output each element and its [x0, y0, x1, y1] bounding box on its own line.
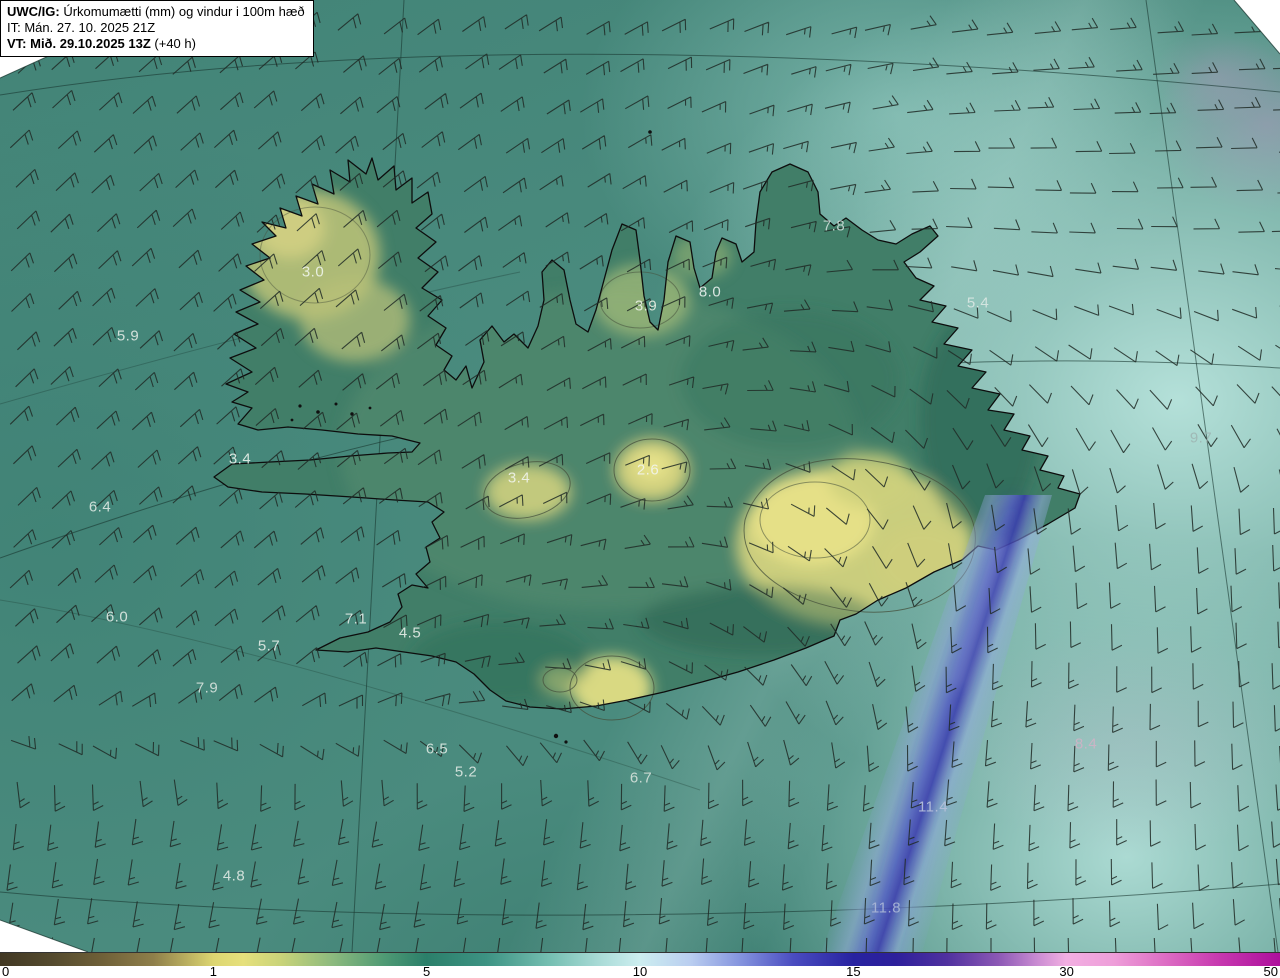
model-id: UWC/IG: [7, 4, 60, 19]
colorbar-tick-labels: 0 1 5 10 15 30 50 [0, 964, 1280, 978]
lead-time: (+40 h) [150, 36, 196, 51]
title-line-init: IT: Mán. 27. 10. 2025 21Z [7, 20, 156, 35]
title-box: UWC/IG: Úrkomumætti (mm) og vindur i 100… [0, 0, 314, 57]
colorbar-tick: 50 [1263, 964, 1278, 978]
map-overlay-svg [0, 0, 1280, 952]
colorbar-tick: 15 [846, 964, 861, 978]
title-line-valid: VT: Mið. 29.10.2025 13Z (+40 h) [7, 36, 305, 52]
product-title: Úrkomumætti (mm) og vindur i 100m hæð [59, 4, 305, 19]
colorbar-tick: 30 [1059, 964, 1074, 978]
title-line-product: UWC/IG: Úrkomumætti (mm) og vindur i 100… [7, 4, 305, 20]
weather-map-frame: 3.0 5.9 3.9 8.0 5.4 7.8 9.7 3.4 6.4 3.4 2.6 6.0 7.1 4… [0, 0, 1280, 978]
colorbar-tick: 5 [422, 964, 431, 978]
colorbar-tick: 1 [209, 964, 217, 978]
valid-time: VT: Mið. 29.10.2025 13Z [7, 36, 151, 51]
map-canvas: 3.0 5.9 3.9 8.0 5.4 7.8 9.7 3.4 6.4 3.4 2.6 6.0 7.1 4… [0, 0, 1280, 952]
colorbar-tick: 10 [632, 964, 648, 978]
colorbar-tick: 0 [2, 964, 10, 978]
